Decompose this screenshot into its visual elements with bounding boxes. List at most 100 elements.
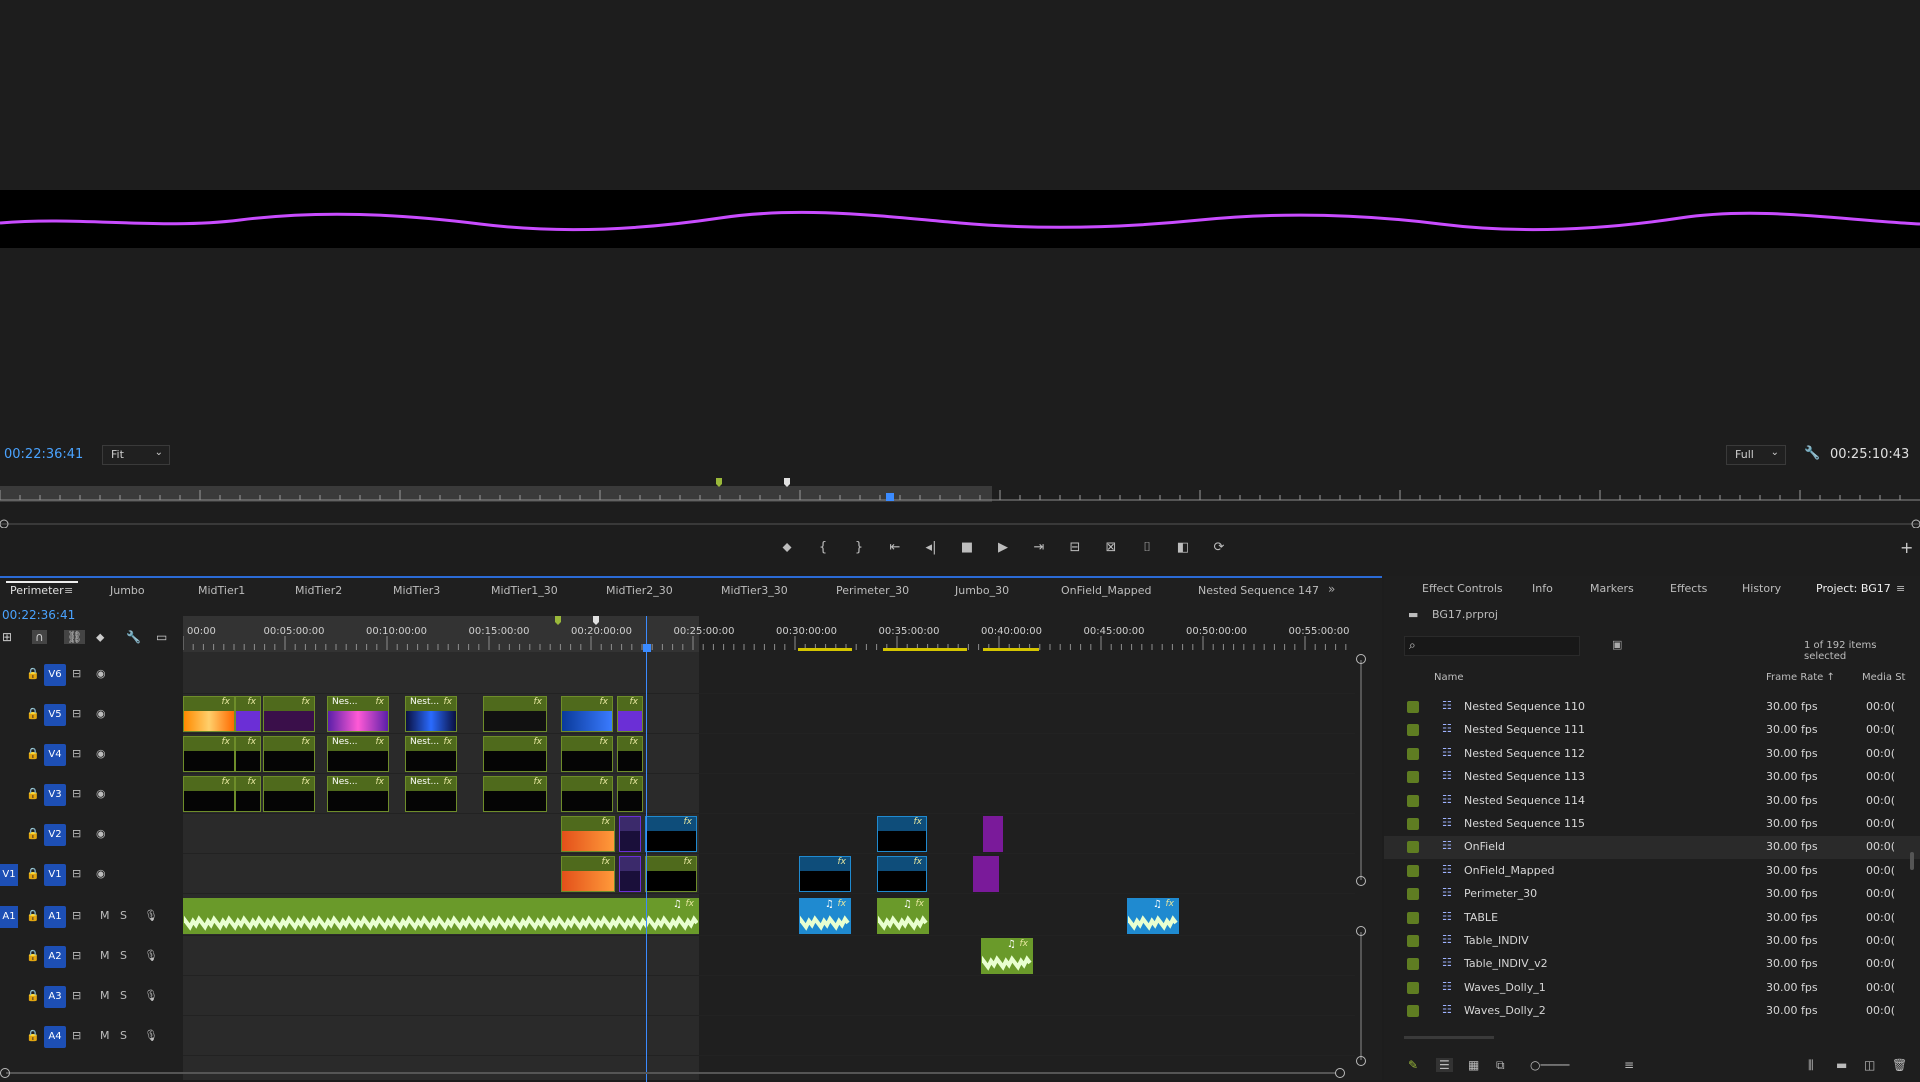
video-clip[interactable]: fx bbox=[799, 856, 851, 892]
list-view-icon[interactable]: ☰ bbox=[1436, 1058, 1453, 1072]
snap-icon[interactable]: ∩ bbox=[32, 630, 47, 644]
eye-icon[interactable]: ◉ bbox=[96, 667, 106, 680]
video-scrollbar[interactable] bbox=[1356, 654, 1366, 886]
video-clip[interactable]: fx bbox=[561, 816, 615, 852]
sync-lock-icon[interactable]: ⊟ bbox=[72, 787, 81, 800]
video-clip[interactable]: fx bbox=[183, 736, 235, 772]
project-list-item[interactable]: ☷ Waves_Dolly_1 30.00 fps 00:0( bbox=[1384, 977, 1920, 1000]
video-clip[interactable]: fx Nest... bbox=[405, 776, 457, 812]
icon-view-icon[interactable]: ▦ bbox=[1468, 1058, 1479, 1072]
project-list-item[interactable]: ☷ Nested Sequence 114 30.00 fps 00:0( bbox=[1384, 790, 1920, 813]
stop-icon[interactable]: ■ bbox=[960, 540, 974, 555]
track-row-v1[interactable] bbox=[183, 854, 1355, 894]
sequence-tab[interactable]: Nested Sequence 147 bbox=[1198, 584, 1319, 597]
new-bin-from-search-icon[interactable]: ▣ bbox=[1612, 638, 1622, 651]
video-clip[interactable]: fx bbox=[235, 736, 261, 772]
eye-icon[interactable]: ◉ bbox=[96, 827, 106, 840]
source-patch-v1[interactable]: V1 bbox=[0, 864, 18, 886]
sync-lock-icon[interactable]: ⊟ bbox=[72, 909, 81, 922]
audio-clip[interactable]: ♫ fx bbox=[877, 898, 929, 934]
mute-button[interactable]: M bbox=[100, 989, 110, 1002]
sync-lock-icon[interactable]: ⊟ bbox=[72, 949, 81, 962]
adjustment-clip[interactable] bbox=[983, 816, 1003, 852]
sort-menu-icon[interactable]: ≡ bbox=[1624, 1058, 1634, 1072]
sequence-tab[interactable]: Jumbo bbox=[110, 584, 145, 597]
lock-icon[interactable]: 🔒 bbox=[26, 747, 40, 760]
track-target[interactable]: V3 bbox=[44, 784, 66, 806]
label-color-swatch[interactable] bbox=[1407, 888, 1419, 901]
video-clip[interactable]: fx Nest... bbox=[405, 696, 457, 732]
video-clip[interactable]: fx bbox=[877, 856, 927, 892]
label-color-swatch[interactable] bbox=[1407, 818, 1419, 830]
video-clip[interactable]: fx bbox=[235, 696, 261, 732]
project-list-item[interactable]: ☷ Nested Sequence 115 30.00 fps 00:0( bbox=[1384, 813, 1920, 836]
sync-lock-icon[interactable]: ⊟ bbox=[72, 747, 81, 760]
panel-tab[interactable]: Project: BG17 bbox=[1816, 582, 1891, 595]
sync-lock-icon[interactable]: ⊟ bbox=[72, 707, 81, 720]
lock-icon[interactable]: 🔒 bbox=[26, 787, 40, 800]
mute-button[interactable]: M bbox=[100, 909, 110, 922]
eye-icon[interactable]: ◉ bbox=[96, 707, 106, 720]
horizontal-scrollbar[interactable] bbox=[1404, 1036, 1494, 1039]
wrench-icon[interactable]: 🔧 bbox=[1804, 446, 1820, 461]
solo-button[interactable]: S bbox=[120, 909, 127, 922]
label-color-swatch[interactable] bbox=[1407, 981, 1419, 994]
microphone-icon[interactable]: 🎙 bbox=[144, 909, 158, 922]
video-clip[interactable]: fx bbox=[483, 736, 547, 772]
video-clip[interactable]: fx Nes... bbox=[327, 776, 389, 812]
video-clip[interactable]: fx bbox=[561, 736, 613, 772]
play-icon[interactable]: ▶ bbox=[996, 540, 1010, 555]
microphone-icon[interactable]: 🎙 bbox=[144, 989, 158, 1002]
resolution-dropdown[interactable]: Full ⌄ bbox=[1726, 445, 1786, 465]
lock-icon[interactable]: 🔒 bbox=[26, 707, 40, 720]
lock-icon[interactable]: 🔒 bbox=[26, 989, 40, 1002]
panel-tab[interactable]: Markers bbox=[1590, 582, 1634, 595]
sequence-tab[interactable]: OnField_Mapped bbox=[1061, 584, 1151, 597]
label-color-swatch[interactable] bbox=[1407, 911, 1419, 924]
project-list-item[interactable]: ☷ OnField_Mapped 30.00 fps 00:0( bbox=[1384, 860, 1920, 883]
eye-icon[interactable]: ◉ bbox=[96, 867, 106, 880]
go-to-out-icon[interactable]: ⇥ bbox=[1032, 540, 1046, 555]
project-list-item[interactable]: ☷ Table_INDIV_v2 30.00 fps 00:0( bbox=[1384, 953, 1920, 976]
microphone-icon[interactable]: 🎙 bbox=[144, 1029, 158, 1042]
video-clip[interactable]: fx bbox=[561, 696, 613, 732]
track-target[interactable]: V4 bbox=[44, 744, 66, 766]
label-color-swatch[interactable] bbox=[1407, 935, 1419, 947]
video-clip[interactable]: fx bbox=[561, 856, 615, 892]
go-to-in-icon[interactable]: ⇤ bbox=[888, 540, 902, 555]
list-scrollbar-thumb[interactable] bbox=[1910, 852, 1914, 870]
automate-icon[interactable]: ⫼ bbox=[1808, 1058, 1814, 1073]
video-clip[interactable]: fx bbox=[263, 776, 315, 812]
sequence-tab[interactable]: MidTier2_30 bbox=[606, 584, 673, 597]
track-row-a4[interactable] bbox=[183, 1016, 1355, 1056]
track-target[interactable]: A3 bbox=[44, 986, 66, 1008]
panel-tab[interactable]: Effects bbox=[1670, 582, 1707, 595]
video-clip[interactable]: fx Nest... bbox=[405, 736, 457, 772]
eye-icon[interactable]: ◉ bbox=[96, 787, 106, 800]
add-marker-icon[interactable]: ⬥ bbox=[96, 630, 104, 645]
project-list-item[interactable]: ☷ TABLE 30.00 fps 00:0( bbox=[1384, 907, 1920, 930]
track-target[interactable]: A4 bbox=[44, 1026, 66, 1048]
project-list-item[interactable]: ☷ Nested Sequence 111 30.00 fps 00:0( bbox=[1384, 719, 1920, 742]
lock-icon[interactable]: 🔒 bbox=[26, 949, 40, 962]
project-search-input[interactable]: ⌕ bbox=[1404, 636, 1580, 656]
panel-menu-icon[interactable]: ≡ bbox=[1896, 582, 1905, 595]
eye-icon[interactable]: ◉ bbox=[96, 747, 106, 760]
more-tabs-icon[interactable]: » bbox=[1328, 582, 1335, 596]
lock-icon[interactable]: 🔒 bbox=[26, 667, 40, 680]
solo-button[interactable]: S bbox=[120, 1029, 127, 1042]
zoom-dropdown[interactable]: Fit ⌄ bbox=[102, 445, 170, 465]
label-color-swatch[interactable] bbox=[1407, 747, 1419, 760]
label-color-swatch[interactable] bbox=[1407, 771, 1419, 784]
sequence-tab[interactable]: Jumbo_30 bbox=[955, 584, 1009, 597]
mute-button[interactable]: M bbox=[100, 949, 110, 962]
mark-out-icon[interactable]: } bbox=[852, 540, 866, 555]
project-list-item[interactable]: ☷ Nested Sequence 110 30.00 fps 00:0( bbox=[1384, 696, 1920, 719]
project-list-item[interactable]: ☷ Nested Sequence 112 30.00 fps 00:0( bbox=[1384, 743, 1920, 766]
label-color-swatch[interactable] bbox=[1407, 864, 1419, 877]
lock-icon[interactable]: 🔒 bbox=[26, 827, 40, 840]
playhead-line[interactable] bbox=[646, 616, 647, 1082]
audio-clip[interactable]: ♫ fx bbox=[1127, 898, 1179, 934]
track-row-v2[interactable] bbox=[183, 814, 1355, 854]
trash-icon[interactable]: 🗑 bbox=[1892, 1058, 1907, 1072]
